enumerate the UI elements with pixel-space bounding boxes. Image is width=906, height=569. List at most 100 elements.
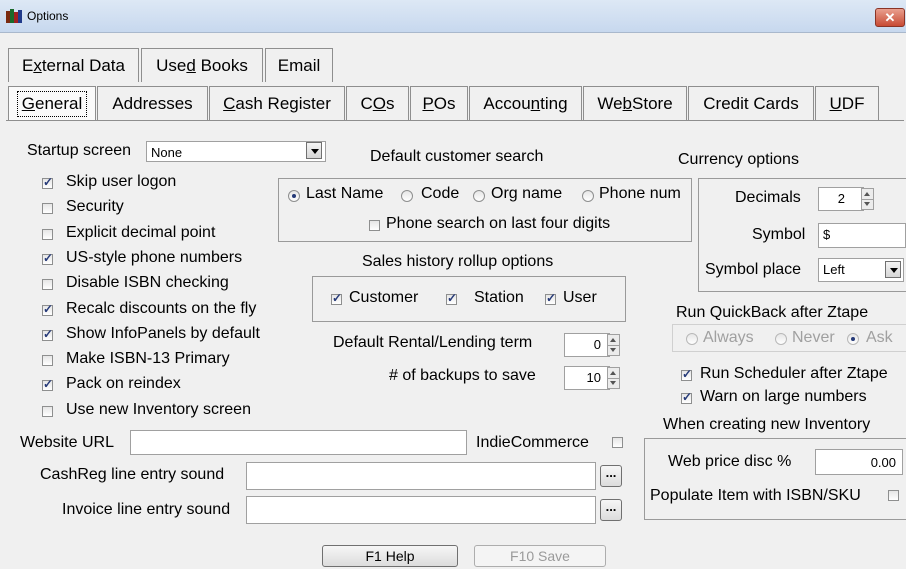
tab-label-key: n (530, 93, 541, 113)
rental-term-label: Default Rental/Lending term (333, 334, 533, 351)
option-label: Security (66, 198, 124, 216)
tab-label-pre: C (360, 93, 373, 113)
tab-label-pre: Accou (483, 93, 531, 113)
sales-history-checkbox[interactable] (331, 291, 342, 305)
save-button[interactable]: F10 Save (474, 545, 606, 567)
customer-search-title: Default customer search (370, 148, 544, 165)
option-label: Make ISBN-13 Primary (66, 350, 230, 368)
backups-spinner[interactable] (607, 367, 620, 389)
tabs_row2-2[interactable]: Cash Register (209, 86, 345, 120)
customer-search-radio[interactable] (582, 190, 594, 202)
customer-search-label: Code (421, 185, 460, 202)
sales-history-label: Customer (349, 289, 419, 306)
tabs_row2-0[interactable]: General (8, 86, 96, 120)
chevron-down-icon[interactable] (885, 261, 901, 278)
warn-large-checkbox[interactable] (681, 390, 692, 404)
tabs_row2-7[interactable]: Credit Cards (688, 86, 814, 120)
sales-history-checkbox[interactable] (545, 291, 556, 305)
option-checkbox[interactable] (42, 327, 53, 341)
tabs_row2-5[interactable]: Accounting (469, 86, 582, 120)
run-scheduler-label: Run Scheduler after Ztape (700, 365, 888, 382)
customer-search-radio[interactable] (473, 190, 485, 202)
quickback-radio[interactable] (686, 333, 698, 345)
website-url-input[interactable] (130, 430, 467, 455)
backups-input[interactable]: 10 (564, 366, 610, 390)
option-checkbox[interactable] (42, 279, 53, 291)
startup-screen-value: None (151, 145, 183, 160)
backups-value: 10 (586, 370, 601, 385)
tabs_row2-8[interactable]: UDF (815, 86, 879, 120)
customer-search-radio[interactable] (288, 190, 300, 202)
tab-label-key: b (622, 93, 633, 113)
tab-label-post: ash Register (235, 93, 331, 113)
option-checkbox[interactable] (42, 377, 53, 392)
tabs_row2-6[interactable]: WebStore (583, 86, 687, 120)
option-checkbox[interactable] (42, 228, 53, 240)
indiecommerce-checkbox[interactable] (612, 437, 623, 448)
backups-label: # of backups to save (389, 367, 536, 384)
tabs_row2-3[interactable]: COs (346, 86, 409, 120)
tab-label-pre: E (21, 55, 34, 75)
decimals-value: 2 (837, 191, 845, 206)
tabs_row1-1[interactable]: Used Books (141, 48, 263, 82)
rental-term-input[interactable]: 0 (564, 333, 610, 357)
sales-history-label: Station (474, 289, 524, 306)
tabs_row1-0[interactable]: External Data (8, 48, 139, 82)
quickback-radio[interactable] (775, 333, 787, 345)
populate-checkbox[interactable] (888, 490, 899, 501)
tab-label-post: Os (433, 93, 456, 113)
tab-label-post: Addresses (112, 93, 193, 113)
tab-label-pre: Use (156, 55, 187, 75)
symbol-label: Symbol (752, 226, 806, 243)
cashreg-browse-button[interactable]: ... (600, 465, 622, 487)
option-label: Disable ISBN checking (66, 274, 229, 292)
tab-label-post: ting (540, 93, 568, 113)
customer-search-label: Phone num (599, 185, 681, 202)
title-bar (0, 0, 906, 33)
startup-screen-select[interactable]: None (146, 141, 326, 162)
symbol-input[interactable]: $ (818, 223, 906, 248)
customer-search-radio[interactable] (401, 190, 413, 202)
last-four-checkbox[interactable] (369, 220, 380, 231)
option-checkbox[interactable] (42, 405, 53, 417)
help-button[interactable]: F1 Help (322, 545, 458, 567)
option-label: US-style phone numbers (66, 248, 243, 266)
tab-label-post: ternal Data (41, 55, 125, 75)
tabs_row2-4[interactable]: POs (410, 86, 468, 120)
chevron-down-icon[interactable] (306, 142, 322, 159)
tabs_row1-2[interactable]: Email (265, 48, 333, 82)
option-checkbox[interactable] (42, 203, 53, 215)
close-button[interactable]: ✕ (875, 8, 905, 27)
startup-screen-label: Startup screen (27, 142, 132, 159)
tab-label-post: Email (277, 55, 321, 75)
invoice-sound-input[interactable] (246, 496, 596, 524)
sales-history-title: Sales history rollup options (362, 253, 554, 270)
tab-label-post: DF (841, 93, 865, 113)
decimals-input[interactable]: 2 (818, 187, 864, 211)
tab-label-key: G (21, 93, 35, 113)
option-checkbox[interactable] (42, 175, 53, 189)
quickback-radio[interactable] (847, 333, 859, 345)
web-price-input[interactable]: 0.00 (815, 449, 903, 475)
sales-history-checkbox[interactable] (446, 291, 457, 305)
rental-term-spinner[interactable] (607, 334, 620, 356)
option-checkbox[interactable] (42, 251, 53, 265)
web-price-value: 0.00 (870, 455, 896, 470)
option-checkbox[interactable] (42, 302, 53, 316)
run-scheduler-checkbox[interactable] (681, 367, 692, 381)
cashreg-sound-input[interactable] (246, 462, 596, 490)
invoice-browse-button[interactable]: ... (600, 499, 622, 521)
decimals-spinner[interactable] (861, 188, 874, 210)
last-four-label: Phone search on last four digits (386, 215, 611, 232)
tab-label-pre: We (597, 93, 623, 113)
app-icon (6, 9, 22, 23)
symbol-place-value: Left (823, 262, 845, 277)
tab-label-key: C (223, 93, 236, 113)
tab-label-key: d (186, 55, 196, 75)
quickback-label: Always (703, 329, 754, 346)
rental-term-value: 0 (593, 337, 601, 352)
tabs_row2-1[interactable]: Addresses (97, 86, 208, 120)
quickback-label: Ask (866, 329, 893, 346)
warn-large-label: Warn on large numbers (700, 388, 867, 405)
option-checkbox[interactable] (42, 355, 53, 367)
